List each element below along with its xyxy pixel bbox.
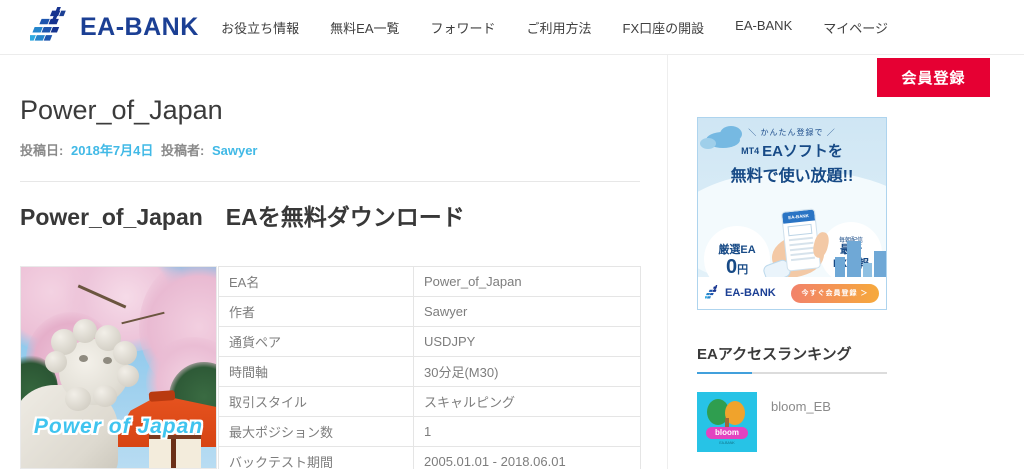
shrine-gable-beam-shape (171, 439, 176, 468)
statue-eye-shape (103, 357, 112, 364)
nav-item-my-page[interactable]: マイページ (823, 18, 888, 37)
spec-label: EA名 (218, 266, 414, 297)
nav-item-fx-account[interactable]: FX口座の開設 (623, 18, 705, 37)
ea-image-caption: Power of Japan (33, 415, 204, 438)
ea-detail-block: Power of Japan EA名 Power_of_Japan 作者 Saw… (20, 266, 641, 469)
spec-label: 取引スタイル (218, 386, 414, 417)
spec-value: Power_of_Japan (413, 266, 641, 297)
statue-curl-shape (45, 351, 67, 373)
banner-footer-logo-text: EA-BANK (725, 287, 776, 299)
banner-headline-line1: EAソフトを (762, 143, 843, 160)
banner-tagline: ＼ かんたん登録で ／ (748, 128, 836, 137)
main-column: Power_of_Japan 投稿日: 2018年7月4日 投稿者: Sawye… (0, 55, 668, 469)
bubble-zero-value: 0 (725, 256, 738, 278)
post-date-label: 投稿日: (20, 143, 64, 158)
nav-item-ea-bank[interactable]: EA-BANK (735, 18, 792, 37)
table-row: 時間軸 30分足(M30) (218, 356, 641, 387)
statue-curl-shape (65, 387, 91, 411)
spec-label: バックテスト期間 (218, 446, 414, 469)
header: EA-BANK お役立ち情報 無料EA一覧 フォワード ご利用方法 FX口座の開… (0, 0, 1024, 55)
statue-curl-shape (117, 365, 139, 387)
bubble-yen-label: 円 (737, 264, 749, 276)
banner-cta-button[interactable]: 今すぐ会員登録 ＞ (791, 283, 879, 303)
meta-divider (20, 181, 640, 182)
bubble-left-label: 厳選EA (718, 244, 756, 256)
ea-spec-table: EA名 Power_of_Japan 作者 Sawyer 通貨ペア USDJPY… (218, 266, 641, 469)
ranking-title-underline (697, 372, 887, 374)
spec-label: 通貨ペア (218, 326, 414, 357)
content-area: Power_of_Japan 投稿日: 2018年7月4日 投稿者: Sawye… (0, 55, 1024, 469)
main-nav: お役立ち情報 無料EA一覧 フォワード ご利用方法 FX口座の開設 EA-BAN… (221, 18, 888, 37)
statue-eye-shape (79, 355, 88, 362)
banner-footer: EA-BANK 今すぐ会員登録 ＞ (698, 277, 886, 309)
post-date-link[interactable]: 2018年7月4日 (71, 143, 153, 158)
post-meta: 投稿日: 2018年7月4日 投稿者: Sawyer (20, 140, 640, 159)
phone-screen-header: EA-BANK (782, 209, 816, 224)
bloom-sub-label: EA-BANK (719, 441, 735, 445)
nav-item-free-ea-list[interactable]: 無料EA一覧 (330, 18, 399, 37)
ea-image: Power of Japan (20, 266, 217, 469)
hand-holding-phone-illustration: EA-BANK (761, 208, 831, 284)
ea-bank-logo[interactable]: EA-BANK (30, 7, 199, 47)
banner-headline: MT4 EAソフトを 無料で使い放題!! (698, 140, 886, 186)
post-author-link[interactable]: Sawyer (212, 143, 258, 158)
city-skyline-shape (835, 241, 886, 279)
ea-bank-logo-icon (30, 7, 70, 47)
ranking-title: EAアクセスランキング (697, 346, 852, 363)
statue-curl-shape (73, 319, 97, 343)
banner-mt4-label: MT4 (741, 146, 760, 156)
download-section-heading: Power_of_Japan EAを無料ダウンロード (20, 204, 465, 230)
statue-curl-shape (113, 341, 137, 365)
table-row: 取引スタイル スキャルピング (218, 386, 641, 417)
banner-footer-logo-icon (705, 285, 721, 301)
table-row: 最大ポジション数 1 (218, 416, 641, 447)
bloom-pill-label: bloom (706, 427, 748, 439)
statue-curl-shape (93, 385, 117, 407)
nav-item-useful-info[interactable]: お役立ち情報 (221, 18, 299, 37)
spec-value: 1 (413, 416, 641, 447)
spec-label: 最大ポジション数 (218, 416, 414, 447)
phone-chart-shape (787, 223, 813, 237)
banner-headline-line2: 無料で使い放題!! (730, 168, 854, 185)
table-row: EA名 Power_of_Japan (218, 266, 641, 297)
nav-item-forward[interactable]: フォワード (431, 18, 496, 37)
ranking-item-bloom[interactable]: bloom EA-BANK bloom_EB (697, 392, 887, 452)
table-row: 作者 Sawyer (218, 296, 641, 327)
spec-label: 時間軸 (218, 356, 414, 387)
post-author-label: 投稿者: (160, 143, 205, 158)
table-row: 通貨ペア USDJPY (218, 326, 641, 357)
shrine-roof-ridge-shape (148, 390, 176, 402)
ea-bank-logo-text: EA-BANK (80, 12, 199, 41)
ea-access-ranking: EAアクセスランキング bloom EA-BANK bloom_EB Atlas… (697, 343, 887, 469)
spec-value: 2005.01.01 - 2018.06.01 (413, 446, 641, 469)
table-row: バックテスト期間 2005.01.01 - 2018.06.01 (218, 446, 641, 469)
bloom-thumbnail: bloom EA-BANK (697, 392, 757, 452)
sidebar: 会員登録 ＼ かんたん登録で ／ MT4 EAソフトを 無料で使い放題!! 厳選E… (668, 55, 1024, 469)
ea-bank-promo-banner[interactable]: ＼ かんたん登録で ／ MT4 EAソフトを 無料で使い放題!! 厳選EA 0円 … (697, 117, 887, 310)
nav-item-how-to-use[interactable]: ご利用方法 (527, 18, 592, 37)
spec-value: スキャルピング (413, 386, 641, 417)
spec-value: Sawyer (413, 296, 641, 327)
register-button[interactable]: 会員登録 (877, 58, 990, 97)
page-title: Power_of_Japan (20, 95, 223, 125)
ranking-item-label[interactable]: bloom_EB (771, 399, 831, 452)
spec-value: 30分足(M30) (413, 356, 641, 387)
spec-label: 作者 (218, 296, 414, 327)
spec-value: USDJPY (413, 326, 641, 357)
